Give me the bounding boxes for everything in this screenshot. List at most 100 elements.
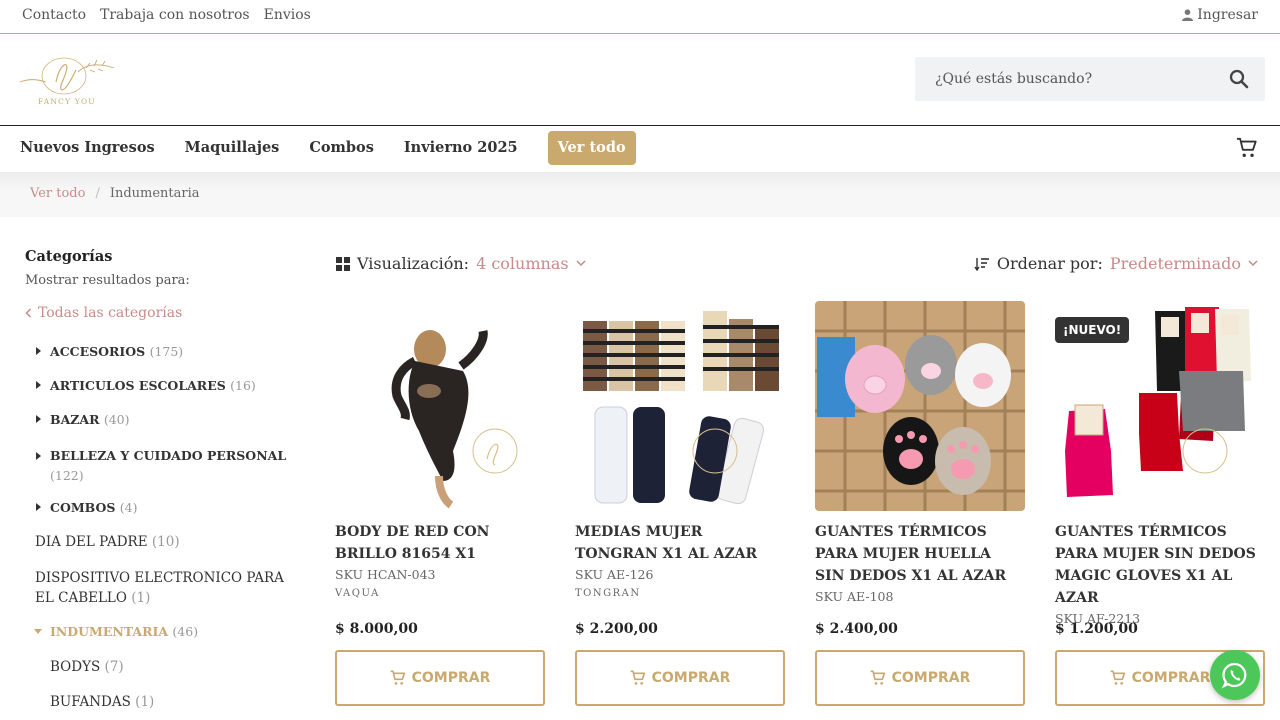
subcategory-bodys[interactable]: BODYS (7) bbox=[50, 659, 124, 675]
whatsapp-button[interactable] bbox=[1210, 650, 1260, 700]
sidebar-subtitle: Mostrar resultados para: bbox=[25, 273, 190, 288]
category-dispositivo-electronico[interactable]: DISPOSITIVO ELECTRONICO PARA EL CABELLO … bbox=[35, 568, 285, 608]
category-count: (122) bbox=[50, 468, 84, 483]
category-count: (16) bbox=[230, 378, 256, 393]
top-links: Contacto Trabaja con nosotros Envios bbox=[22, 7, 311, 23]
category-articulos-escolares[interactable]: ARTICULOS ESCOLARES (16) bbox=[36, 378, 256, 393]
category-label: BELLEZA Y CUIDADO PERSONAL bbox=[50, 448, 287, 463]
category-label: ACCESORIOS bbox=[50, 344, 146, 359]
nav-ver-todo-button[interactable]: Ver todo bbox=[547, 131, 636, 165]
category-count: (46) bbox=[172, 624, 199, 639]
sort-label: Ordenar por: bbox=[996, 254, 1103, 273]
category-bazar[interactable]: BAZAR (40) bbox=[36, 412, 130, 427]
product-name[interactable]: BODY DE RED CON BRILLO 81654 X1 bbox=[335, 521, 545, 565]
product-brand: VAQUA bbox=[335, 588, 380, 599]
nav-combos[interactable]: Combos bbox=[309, 131, 374, 165]
search-icon[interactable] bbox=[1229, 69, 1249, 89]
sort-value: Predeterminado bbox=[1109, 254, 1241, 273]
nav-maquillajes[interactable]: Maquillajes bbox=[185, 131, 280, 165]
category-count: (175) bbox=[149, 344, 184, 359]
buy-label: COMPRAR bbox=[411, 670, 491, 686]
buy-button[interactable]: COMPRAR bbox=[815, 650, 1025, 706]
chevron-down-icon bbox=[1248, 260, 1258, 267]
search-input[interactable] bbox=[915, 57, 1215, 101]
category-count: (40) bbox=[103, 412, 130, 427]
product-card: MEDIAS MUJER TONGRAN X1 AL AZAR SKU AE-1… bbox=[575, 301, 785, 706]
main-nav: Nuevos Ingresos Maquillajes Combos Invie… bbox=[0, 126, 1280, 172]
login-link[interactable]: Ingresar bbox=[1182, 7, 1258, 23]
caret-right-icon bbox=[36, 415, 41, 423]
category-count: (4) bbox=[119, 500, 138, 515]
product-image[interactable] bbox=[815, 301, 1025, 511]
caret-right-icon bbox=[36, 503, 41, 511]
all-categories-label: Todas las categorías bbox=[38, 305, 183, 321]
chevron-left-icon bbox=[25, 308, 32, 318]
category-label: DIA DEL PADRE bbox=[35, 534, 148, 550]
cart-icon bbox=[390, 670, 405, 685]
product-image[interactable]: ¡NUEVO! bbox=[1055, 301, 1265, 511]
caret-right-icon bbox=[36, 381, 41, 389]
breadcrumb: Ver todo / Indumentaria bbox=[0, 172, 1280, 217]
product-price: $ 2.400,00 bbox=[815, 621, 898, 637]
category-label: DISPOSITIVO ELECTRONICO PARA EL CABELLO bbox=[35, 570, 284, 606]
category-count: (7) bbox=[104, 659, 124, 675]
product-sku: SKU AE-108 bbox=[815, 589, 894, 604]
product-image[interactable] bbox=[335, 301, 545, 511]
view-selector[interactable]: Visualización: 4 columnas bbox=[336, 254, 586, 273]
chevron-down-icon bbox=[576, 260, 586, 267]
category-belleza[interactable]: BELLEZA Y CUIDADO PERSONAL (122) bbox=[36, 446, 290, 486]
breadcrumb-current: Indumentaria bbox=[109, 186, 200, 201]
user-icon bbox=[1182, 9, 1194, 21]
top-bar: Contacto Trabaja con nosotros Envios Ing… bbox=[0, 0, 1280, 34]
search-box bbox=[915, 57, 1265, 101]
product-brand: TONGRAN bbox=[575, 588, 641, 599]
category-count: (1) bbox=[135, 694, 155, 710]
link-trabaja[interactable]: Trabaja con nosotros bbox=[100, 7, 250, 23]
cart-icon bbox=[630, 670, 645, 685]
new-badge: ¡NUEVO! bbox=[1055, 317, 1130, 343]
product-card: GUANTES TÉRMICOS PARA MUJER HUELLA SIN D… bbox=[815, 301, 1025, 706]
nav-nuevos-ingresos[interactable]: Nuevos Ingresos bbox=[20, 131, 155, 165]
logo-emblem: FANCY YOU bbox=[19, 57, 115, 106]
sort-selector[interactable]: Ordenar por: Predeterminado bbox=[974, 254, 1258, 273]
link-contacto[interactable]: Contacto bbox=[22, 7, 86, 23]
cart-icon[interactable] bbox=[1236, 137, 1258, 159]
product-image[interactable] bbox=[575, 301, 785, 511]
buy-label: COMPRAR bbox=[891, 670, 971, 686]
category-label: ARTICULOS ESCOLARES bbox=[50, 378, 226, 393]
buy-label: COMPRAR bbox=[1131, 670, 1211, 686]
view-label: Visualización: bbox=[357, 254, 470, 273]
product-sku: SKU AE-126 bbox=[575, 567, 654, 582]
link-envios[interactable]: Envios bbox=[264, 7, 311, 23]
caret-down-icon bbox=[34, 629, 42, 634]
sidebar-title: Categorías bbox=[25, 248, 113, 265]
nav-invierno-2025[interactable]: Invierno 2025 bbox=[404, 131, 518, 165]
whatsapp-icon bbox=[1221, 662, 1247, 689]
grid-icon bbox=[336, 256, 350, 271]
product-price: $ 2.200,00 bbox=[575, 621, 658, 637]
logo-text: FANCY YOU bbox=[38, 97, 96, 106]
product-name[interactable]: GUANTES TÉRMICOS PARA MUJER SIN DEDOS MA… bbox=[1055, 521, 1265, 609]
product-price: $ 1.200,00 bbox=[1055, 621, 1138, 637]
all-categories-link[interactable]: Todas las categorías bbox=[25, 305, 182, 321]
product-price: $ 8.000,00 bbox=[335, 621, 418, 637]
category-dia-del-padre[interactable]: DIA DEL PADRE (10) bbox=[35, 534, 180, 550]
category-label: COMBOS bbox=[50, 500, 116, 515]
category-indumentaria[interactable]: INDUMENTARIA (46) bbox=[34, 624, 199, 639]
buy-button[interactable]: COMPRAR bbox=[335, 650, 545, 706]
logo[interactable]: FANCY YOU bbox=[16, 52, 118, 108]
buy-button[interactable]: COMPRAR bbox=[575, 650, 785, 706]
cart-icon bbox=[1110, 670, 1125, 685]
category-accesorios[interactable]: ACCESORIOS (175) bbox=[36, 344, 184, 359]
category-combos[interactable]: COMBOS (4) bbox=[36, 500, 138, 515]
category-count: (10) bbox=[151, 534, 180, 550]
sort-icon bbox=[974, 257, 989, 271]
subcategory-bufandas[interactable]: BUFANDAS (1) bbox=[50, 694, 154, 710]
product-name[interactable]: GUANTES TÉRMICOS PARA MUJER HUELLA SIN D… bbox=[815, 521, 1025, 587]
product-card: BODY DE RED CON BRILLO 81654 X1 SKU HCAN… bbox=[335, 301, 545, 706]
category-sidebar: Categorías Mostrar resultados para: Toda… bbox=[25, 248, 305, 321]
view-value: 4 columnas bbox=[476, 254, 569, 273]
breadcrumb-ver-todo[interactable]: Ver todo bbox=[30, 186, 85, 201]
product-name[interactable]: MEDIAS MUJER TONGRAN X1 AL AZAR bbox=[575, 521, 785, 565]
buy-label: COMPRAR bbox=[651, 670, 731, 686]
